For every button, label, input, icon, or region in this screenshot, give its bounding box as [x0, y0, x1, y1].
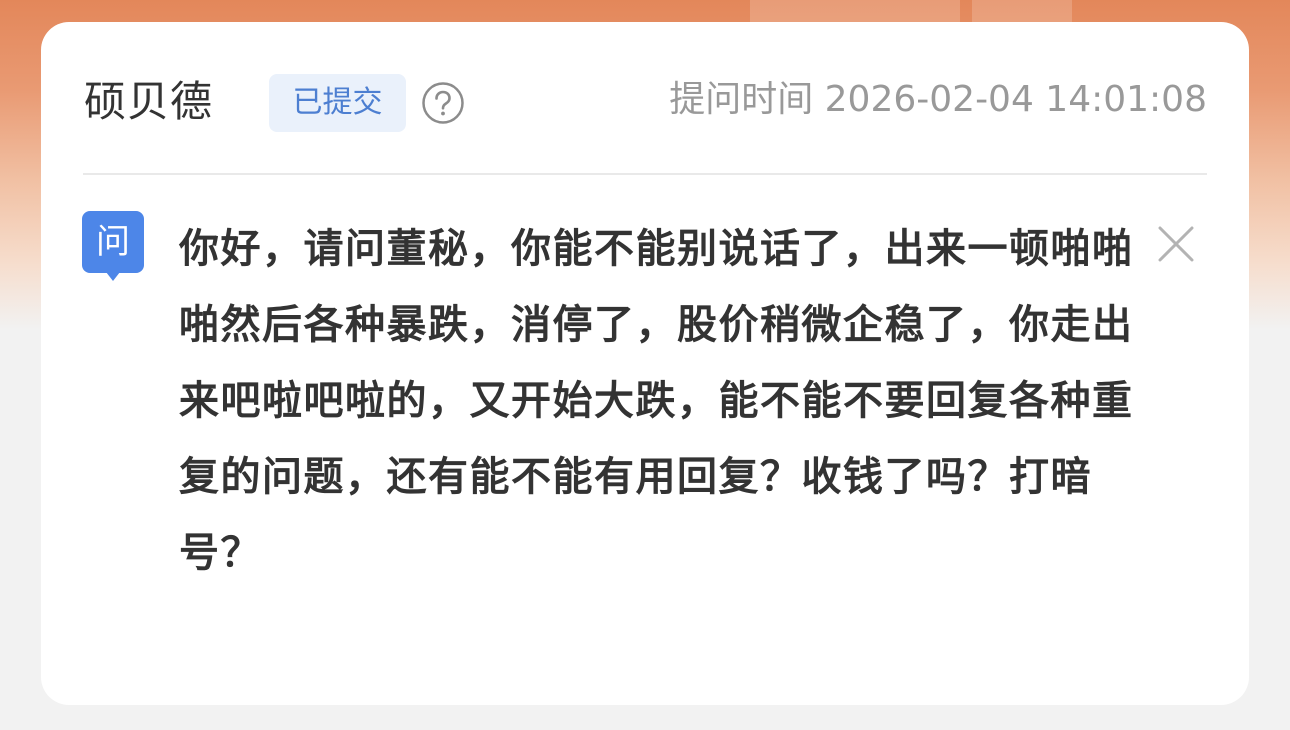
question-circle-icon[interactable]	[421, 81, 465, 125]
background-block	[972, 0, 1072, 22]
status-badge: 已提交	[269, 74, 406, 132]
question-tag-label: 问	[96, 222, 130, 262]
status-badge-label: 已提交	[292, 85, 383, 120]
divider	[83, 173, 1207, 175]
background-block	[750, 0, 960, 22]
question-tag-icon: 问	[82, 211, 144, 281]
question-card: 硕贝德 已提交 提问时间 2026-02-04 14:01:08 问 你好，请问…	[41, 22, 1249, 705]
question-text: 你好，请问董秘，你能不能别说话了，出来一顿啪啪啪然后各种暴跌，消停了，股价稍微企…	[179, 226, 1134, 576]
card-header: 硕贝德 已提交 提问时间 2026-02-04 14:01:08	[41, 22, 1249, 174]
company-name[interactable]: 硕贝德	[84, 76, 213, 128]
close-icon[interactable]	[1154, 222, 1198, 266]
question-time: 提问时间 2026-02-04 14:01:08	[669, 79, 1207, 120]
